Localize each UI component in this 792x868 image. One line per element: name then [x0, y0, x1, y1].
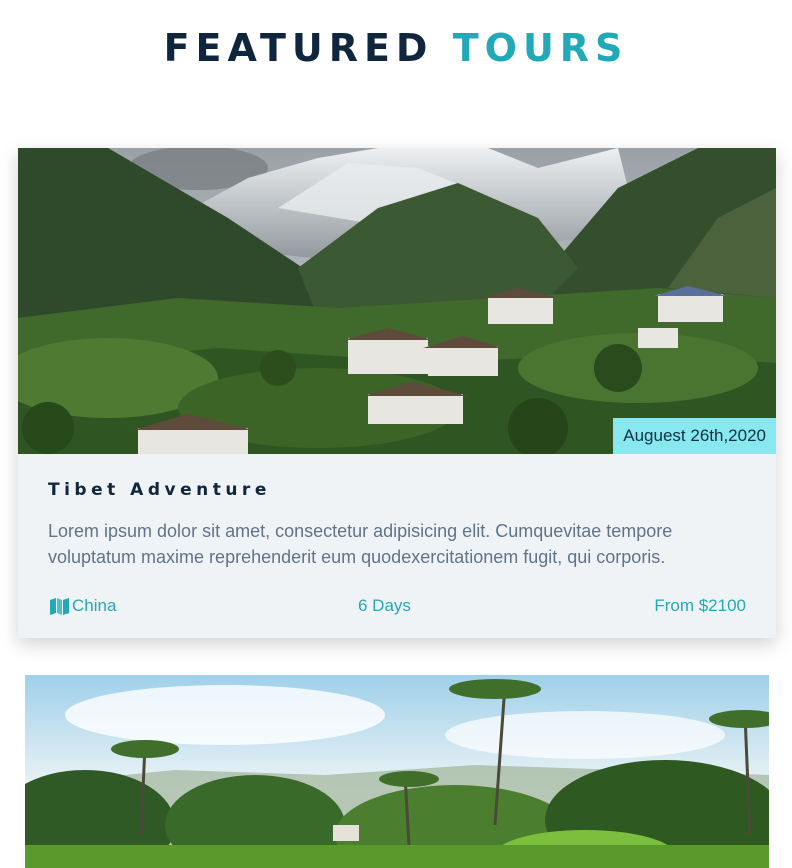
section-title-tours: TOURS	[452, 26, 629, 70]
tour-image-tropical	[25, 675, 769, 868]
section-title-featured: FEATURED	[163, 26, 434, 70]
tour-date-badge: Auguest 26th,2020	[613, 418, 776, 454]
tour-title[interactable]: Tibet Adventure	[48, 480, 271, 500]
section-title: FEATURED TOURS	[0, 26, 792, 70]
tour-card[interactable]: Auguest 26th,2020 Tibet Adventure Lorem …	[18, 148, 776, 638]
tour-image[interactable]: Auguest 26th,2020	[18, 148, 776, 454]
tour-price: From $2100	[654, 596, 746, 615]
tour-location: China	[50, 594, 116, 618]
map-icon	[50, 597, 69, 615]
tour-image-mountain-village	[18, 148, 776, 454]
tour-location-label: China	[72, 596, 117, 615]
tour-card-2[interactable]	[25, 675, 769, 868]
tour-description: Lorem ipsum dolor sit amet, consectetur …	[48, 521, 673, 567]
tour-duration: 6 Days	[358, 596, 411, 615]
